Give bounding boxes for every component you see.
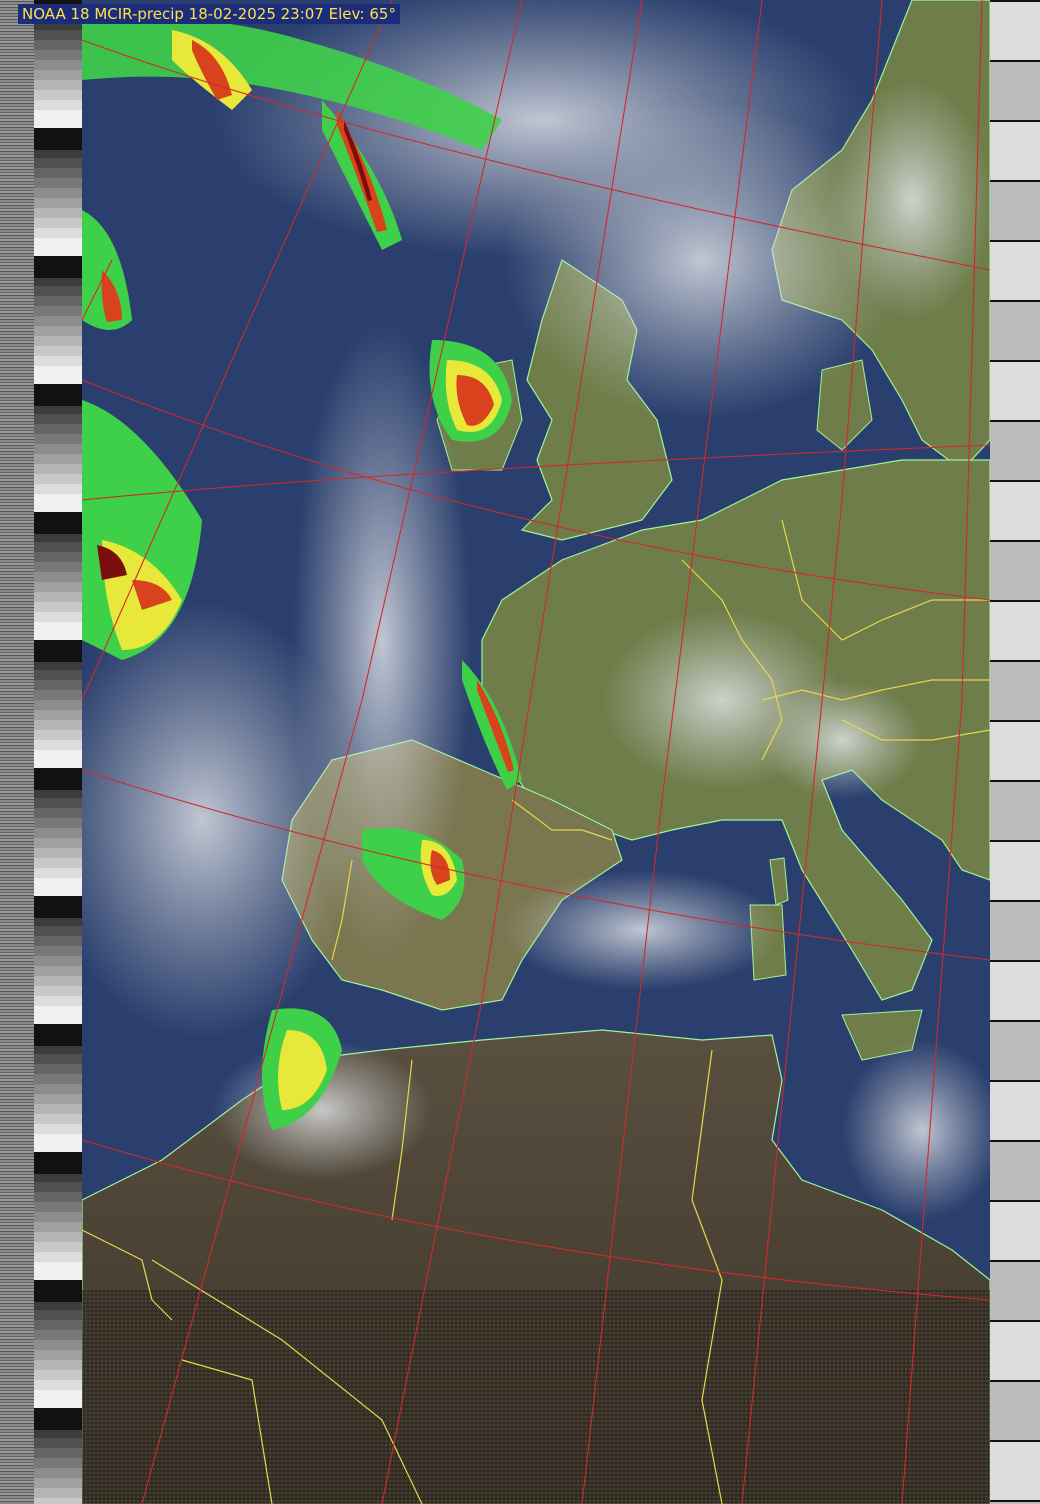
telemetry-bar <box>990 1200 1040 1262</box>
sync-marker <box>34 512 82 534</box>
sync-marker <box>34 128 82 150</box>
calibration-wedge-block <box>34 1152 82 1280</box>
sync-marker <box>34 896 82 918</box>
telemetry-bar <box>990 900 1040 962</box>
calibration-wedge-block <box>34 1024 82 1152</box>
telemetry-bar <box>990 780 1040 842</box>
sync-marker <box>34 768 82 790</box>
telemetry-bar <box>990 300 1040 362</box>
telemetry-bar <box>990 1020 1040 1082</box>
calibration-wedge-block <box>34 512 82 640</box>
calibration-wedges <box>34 0 82 1504</box>
telemetry-bar <box>990 1260 1040 1322</box>
calibration-wedge-block <box>34 1408 82 1504</box>
telemetry-bar <box>990 360 1040 422</box>
telemetry-bar <box>990 1500 1040 1504</box>
map-image <box>82 0 990 1504</box>
telemetry-bar <box>990 1380 1040 1442</box>
telemetry-bar <box>990 480 1040 542</box>
telemetry-bar <box>990 600 1040 662</box>
telemetry-bar <box>990 1140 1040 1202</box>
calibration-wedge-block <box>34 640 82 768</box>
sync-marker <box>34 1152 82 1174</box>
sync-marker <box>34 384 82 406</box>
sync-noise-band <box>0 0 34 1504</box>
calibration-wedge-block <box>34 768 82 896</box>
sync-marker <box>34 256 82 278</box>
telemetry-bar <box>990 180 1040 242</box>
telemetry-bar <box>990 60 1040 122</box>
telemetry-bar <box>990 1320 1040 1382</box>
sync-marker <box>34 1280 82 1302</box>
telemetry-bar <box>990 840 1040 902</box>
calibration-wedge-block <box>34 128 82 256</box>
right-telemetry-bars <box>990 0 1040 1504</box>
sahara-noise <box>82 1290 990 1504</box>
calibration-wedge-block <box>34 1280 82 1408</box>
telemetry-bar <box>990 1080 1040 1142</box>
telemetry-bar <box>990 240 1040 302</box>
calibration-wedge-block <box>34 384 82 512</box>
sync-marker <box>34 640 82 662</box>
left-telemetry-strip <box>0 0 82 1504</box>
telemetry-bar <box>990 120 1040 182</box>
telemetry-bar <box>990 540 1040 602</box>
telemetry-bar <box>990 0 1040 62</box>
sync-marker <box>34 1024 82 1046</box>
telemetry-bar <box>990 660 1040 722</box>
telemetry-bar <box>990 1440 1040 1502</box>
calibration-wedge-block <box>34 896 82 1024</box>
sync-marker <box>34 1408 82 1430</box>
image-header-label: NOAA 18 MCIR-precip 18-02-2025 23:07 Ele… <box>18 4 400 24</box>
telemetry-bar <box>990 420 1040 482</box>
calibration-wedge-block <box>34 256 82 384</box>
satellite-image-frame: NOAA 18 MCIR-precip 18-02-2025 23:07 Ele… <box>0 0 1040 1504</box>
telemetry-bar <box>990 720 1040 782</box>
telemetry-bar <box>990 960 1040 1022</box>
